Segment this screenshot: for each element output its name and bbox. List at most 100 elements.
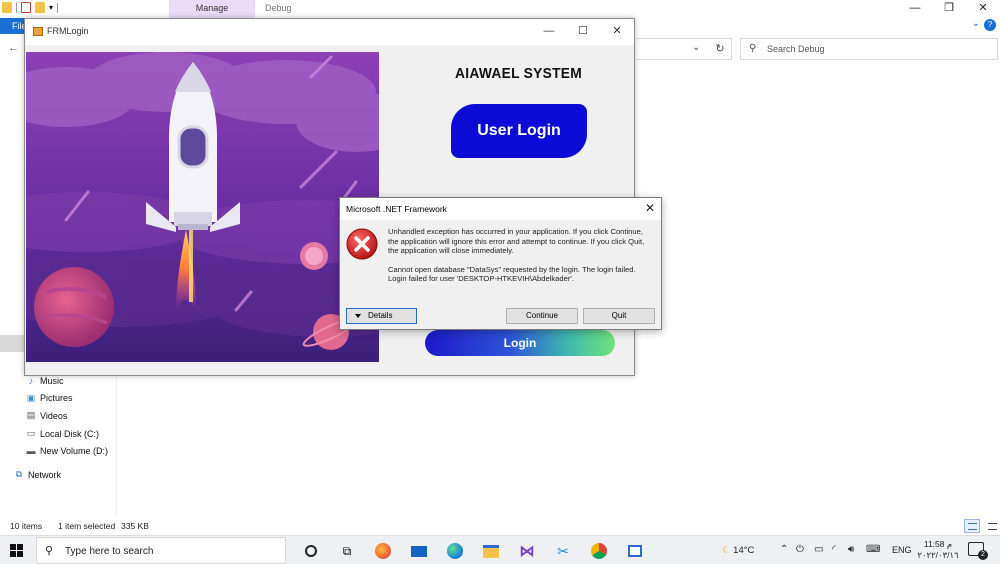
dialog-message: Unhandled exception has occurred in your… [388, 227, 650, 284]
status-bar: 10 items 1 item selected 335 KB [0, 517, 1000, 535]
close-icon[interactable]: ✕ [600, 19, 634, 43]
mail-glyph [411, 545, 427, 557]
tool-glyph: ✂ [557, 542, 569, 559]
large-icons-view-icon [988, 523, 997, 530]
details-button[interactable]: Details [346, 308, 417, 324]
properties-icon[interactable] [21, 2, 31, 13]
back-arrow-icon[interactable]: ← [8, 42, 19, 54]
dialog-title-bar: Microsoft .NET Framework ✕ [340, 198, 661, 220]
firefox-icon[interactable] [365, 539, 401, 563]
nav-item-label: Network [28, 469, 62, 480]
nav-item-label: New Volume (D:) [40, 446, 109, 457]
taskbar-search-input[interactable]: ⚲ Type here to search [36, 537, 286, 564]
search-icon: ⚲ [749, 43, 757, 54]
new-folder-icon[interactable] [35, 2, 45, 13]
folder-icon [2, 2, 12, 13]
task-view-glyph: ⧉ [342, 543, 352, 558]
help-icon[interactable]: ? [984, 19, 996, 31]
explorer-title-bar: ▾ Manage Debug — ❐ ✕ [0, 0, 1000, 18]
windows-logo-pane [10, 544, 16, 550]
app-window-icon[interactable] [617, 539, 653, 563]
nav-item-pictures[interactable]: ▣ Pictures [12, 390, 108, 408]
nav-item-label: Music [40, 375, 64, 386]
explorer-window-controls: — ❐ ✕ [898, 0, 1000, 16]
nav-item-videos[interactable]: ▤ Videos [12, 407, 108, 425]
language-indicator[interactable]: ENG [892, 545, 912, 555]
nav-item-new-volume[interactable]: ▬ New Volume (D:) [12, 442, 109, 460]
close-icon[interactable]: ✕ [645, 201, 655, 215]
show-hidden-icons-chevron-up-icon[interactable]: ⌃ [780, 544, 788, 555]
task-view-icon[interactable]: ⧉ [329, 539, 365, 563]
weather-temperature: 14°C [733, 545, 755, 556]
cortana-icon[interactable] [293, 539, 329, 563]
quick-access-toolbar: ▾ [2, 2, 59, 13]
nav-item-label: Pictures [40, 393, 73, 404]
file-explorer-icon[interactable] [473, 539, 509, 563]
nav-item-local-disk[interactable]: ▭ Local Disk (C:) [12, 425, 108, 443]
visual-studio-glyph: ⋈ [519, 543, 535, 560]
error-icon [346, 228, 378, 260]
minimize-icon[interactable]: — [532, 19, 566, 43]
wifi-icon[interactable]: ◜ [832, 544, 836, 555]
volume-icon[interactable]: 🔊︎ [848, 544, 854, 555]
visual-studio-icon[interactable]: ⋈ [509, 539, 545, 563]
tab-manage[interactable]: Manage [169, 0, 255, 18]
weather-moon-icon: ☾ [722, 545, 731, 556]
dialog-message-login: Login failed for user 'DESKTOP-HTKEVIH\A… [388, 274, 574, 284]
minimize-icon[interactable]: — [898, 0, 932, 16]
customize-toolbar-icon[interactable]: ▾ [49, 3, 53, 12]
navigation-pane: ♪ Music ▣ Pictures ▤ Videos ▭ Local Disk… [12, 372, 108, 484]
separator [57, 2, 59, 13]
nav-selection-highlight [0, 335, 24, 352]
dialog-title: Microsoft .NET Framework [346, 204, 447, 214]
chevron-down-icon[interactable]: ⌄ [692, 42, 700, 53]
status-size: 335 KB [121, 521, 149, 531]
file-explorer-glyph [483, 544, 499, 558]
close-icon[interactable]: ✕ [966, 0, 1000, 16]
battery-icon[interactable]: ▭ [814, 544, 823, 555]
taskbar-search-placeholder: Type here to search [65, 546, 154, 557]
frmlogin-window-controls: — ☐ ✕ [532, 19, 634, 43]
nav-item-network[interactable]: ⧉ Network [12, 466, 108, 484]
rocket-illustration [26, 52, 379, 362]
edge-icon[interactable] [437, 539, 473, 563]
dialog-message-database: Cannot open database "DataSys" requested… [388, 264, 636, 274]
firefox-logo [375, 543, 391, 559]
windows-logo-pane [17, 544, 23, 550]
clock[interactable]: 11:58 م ٢٠٢٢/٠٣/١٦ [916, 539, 960, 561]
refresh-icon[interactable]: ↻ [711, 40, 729, 58]
start-button[interactable] [10, 544, 23, 557]
login-button[interactable]: Login [425, 330, 615, 356]
mail-icon[interactable] [401, 539, 437, 563]
expand-ribbon-icon[interactable]: ⌄ [972, 18, 980, 29]
clock-time: 11:58 م [923, 539, 953, 549]
frmlogin-title-bar: FRMLogin — ☐ ✕ [25, 19, 634, 45]
details-view-button[interactable] [964, 519, 980, 533]
status-selected: 1 item selected [58, 521, 116, 531]
restore-icon[interactable]: ❐ [932, 0, 966, 16]
weather-widget[interactable]: ☾ 14°C [722, 545, 754, 556]
windows-logo-pane [17, 551, 23, 557]
search-placeholder: Search Debug [767, 44, 825, 54]
chevron-down-icon [355, 313, 361, 318]
rocket-illustration-svg [26, 52, 379, 362]
chrome-logo [591, 543, 607, 559]
search-icon: ⚲ [45, 545, 54, 557]
app-icon [33, 27, 43, 36]
search-input[interactable]: ⚲ Search Debug [740, 38, 998, 60]
power-settings-icon[interactable]: ⏻ [796, 544, 804, 555]
drive-icon: ▬ [26, 446, 36, 457]
maximize-icon[interactable]: ☐ [566, 19, 600, 43]
drive-icon: ▭ [26, 428, 36, 439]
user-login-header: User Login [451, 104, 587, 158]
large-icons-view-button[interactable] [984, 519, 1000, 533]
network-icon: ⧉ [15, 469, 23, 480]
keyboard-icon[interactable]: ⌨ [866, 544, 880, 555]
nav-item-label: Local Disk (C:) [40, 428, 100, 439]
continue-button[interactable]: Continue [506, 308, 578, 324]
chrome-icon[interactable] [581, 539, 617, 563]
quit-button[interactable]: Quit [583, 308, 655, 324]
exception-dialog: Microsoft .NET Framework ✕ Unhandled exc… [339, 197, 662, 330]
music-icon: ♪ [28, 375, 34, 386]
tool-icon[interactable]: ✂ [545, 539, 581, 563]
